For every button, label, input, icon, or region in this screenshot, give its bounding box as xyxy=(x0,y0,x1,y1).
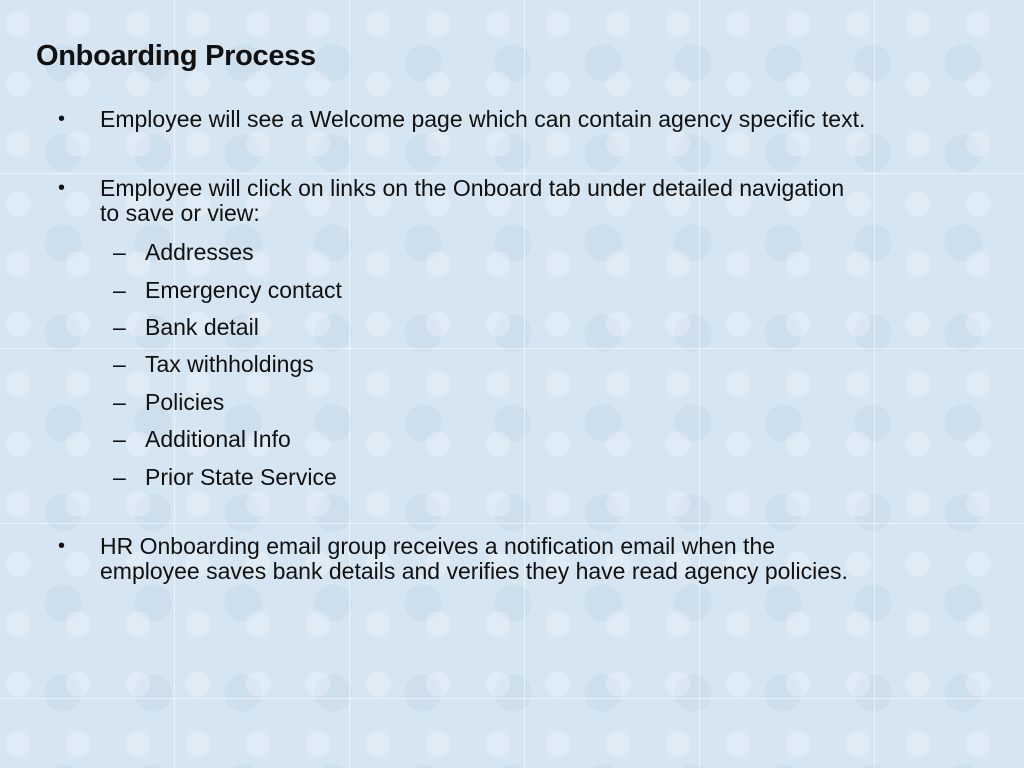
dash-icon: – xyxy=(113,351,126,377)
sub-item-text: Prior State Service xyxy=(145,464,337,490)
sub-item: – Tax withholdings xyxy=(113,350,314,378)
dash-icon: – xyxy=(113,426,126,452)
bullet-item: • HR Onboarding email group receives a n… xyxy=(58,532,848,585)
sub-item-text: Policies xyxy=(145,389,225,415)
sub-item-text: Tax withholdings xyxy=(145,351,314,377)
sub-item: – Additional Info xyxy=(113,425,291,453)
sub-item: – Prior State Service xyxy=(113,463,337,491)
dash-icon: – xyxy=(113,389,126,415)
sub-item: – Policies xyxy=(113,388,225,416)
dash-icon: – xyxy=(113,239,126,265)
slide-title: Onboarding Process xyxy=(36,40,316,72)
sub-item-text: Bank detail xyxy=(145,314,259,340)
sub-item-text: Emergency contact xyxy=(145,277,342,303)
sub-item: – Emergency contact xyxy=(113,276,342,304)
bullet-text-line: HR Onboarding email group receives a not… xyxy=(100,533,776,559)
sub-item-text: Addresses xyxy=(145,239,254,265)
bullet-icon: • xyxy=(58,535,66,557)
dash-icon: – xyxy=(113,277,126,303)
sub-item: – Bank detail xyxy=(113,313,259,341)
dash-icon: – xyxy=(113,464,126,490)
bullet-item: • Employee will click on links on the On… xyxy=(58,174,845,227)
bullet-text-line: to save or view: xyxy=(100,200,260,226)
sub-item-text: Additional Info xyxy=(145,426,291,452)
bullet-text-line: employee saves bank details and verifies… xyxy=(100,558,848,584)
sub-item: – Addresses xyxy=(113,238,254,266)
bullet-icon: • xyxy=(58,108,66,130)
bullet-icon: • xyxy=(58,177,66,199)
bullet-item: • Employee will see a Welcome page which… xyxy=(58,105,866,133)
bullet-text: Employee will see a Welcome page which c… xyxy=(100,106,866,132)
dash-icon: – xyxy=(113,314,126,340)
bullet-text-line: Employee will click on links on the Onbo… xyxy=(100,175,845,201)
